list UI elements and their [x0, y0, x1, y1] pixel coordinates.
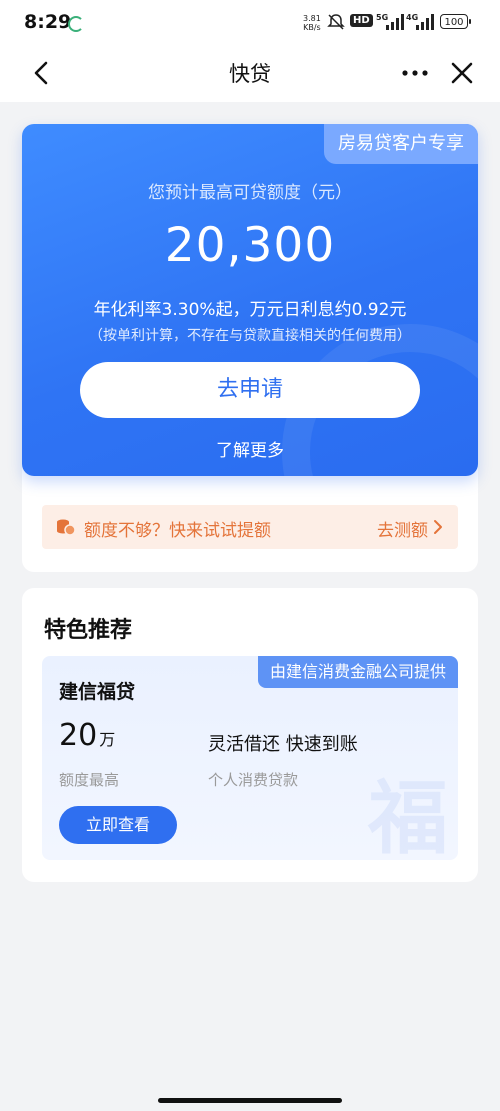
max-amount-caption: 额度最高 — [59, 771, 120, 789]
featured-title: 特色推荐 — [44, 618, 133, 643]
quota-tip-bar[interactable]: 额度不够？快来试试提额 去测额 — [42, 505, 458, 549]
provider-tag: 由建信消费金融公司提供 — [257, 656, 458, 688]
tip-text: 额度不够？快来试试提额 — [84, 521, 271, 541]
product-watermark: 福 — [368, 772, 448, 860]
status-time: 8:29 — [24, 11, 72, 33]
home-indicator[interactable] — [158, 1098, 342, 1103]
fee-note: （按单利计算，不存在与贷款直接相关的任何费用） — [89, 328, 411, 344]
max-amount-value: 20 — [59, 718, 98, 753]
quota-label: 您预计最高可贷额度（元） — [148, 183, 352, 203]
quota-amount: 20,300 — [164, 218, 336, 273]
signal-bars-icon-2 — [416, 14, 434, 30]
more-icon[interactable] — [400, 63, 430, 83]
learn-more-link[interactable]: 了解更多 — [22, 436, 478, 461]
featured-section: 特色推荐 福 由建信消费金融公司提供 建信福贷 20 万 灵活借还 快速到账 额度… — [22, 588, 478, 882]
product-feature: 灵活借还 快速到账 — [208, 734, 358, 755]
coins-icon — [57, 519, 76, 536]
max-amount: 20 万 — [59, 718, 115, 753]
loan-type-caption: 个人消费贷款 — [208, 771, 299, 789]
product-name: 建信福贷 — [59, 681, 136, 703]
apply-button[interactable]: 去申请 — [80, 362, 420, 418]
battery-icon: 100 — [440, 14, 471, 29]
app-notification-icon — [68, 16, 84, 32]
hd-badge: HD — [350, 14, 373, 27]
status-bar: 8:29 3.81 KB/s HD 5G 4G 100 — [0, 0, 500, 44]
view-now-button[interactable]: 立即查看 — [59, 806, 177, 844]
network-speed: 3.81 KB/s — [303, 14, 321, 32]
product-card[interactable]: 福 由建信消费金融公司提供 建信福贷 20 万 灵活借还 快速到账 额度最高 个人… — [42, 656, 458, 860]
close-icon[interactable] — [448, 59, 476, 87]
max-amount-unit: 万 — [99, 730, 116, 749]
nav-bar: 快贷 — [0, 44, 500, 102]
test-quota-link[interactable]: 去测额 — [377, 516, 428, 541]
signal-bars-icon — [386, 14, 404, 30]
mute-bell-icon — [327, 14, 345, 30]
loan-quota-card: 房易贷客户专享 您预计最高可贷额度（元） 20,300 年化利率3.30%起，万… — [22, 124, 478, 476]
chevron-right-icon — [434, 520, 442, 534]
exclusive-badge: 房易贷客户专享 — [324, 124, 478, 164]
interest-rate-text: 年化利率3.30%起，万元日利息约0.92元 — [93, 300, 407, 320]
